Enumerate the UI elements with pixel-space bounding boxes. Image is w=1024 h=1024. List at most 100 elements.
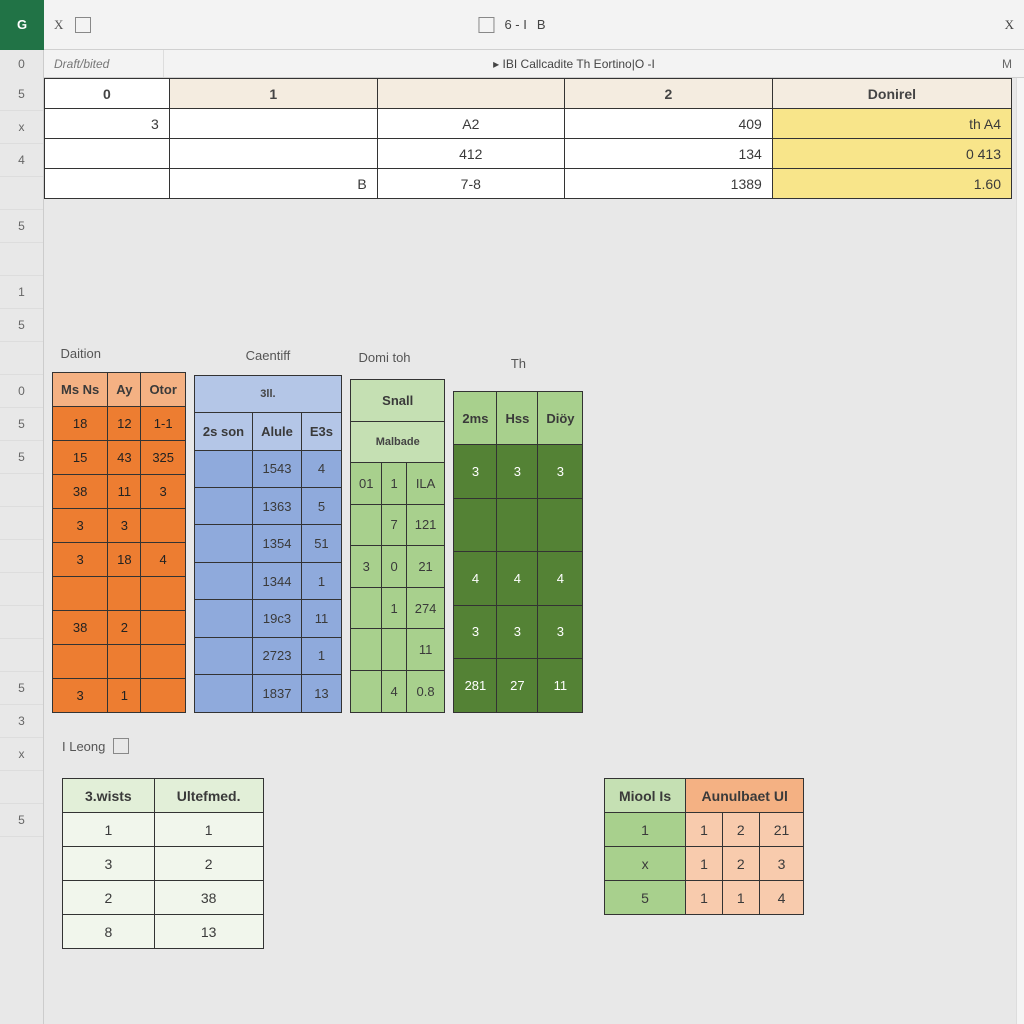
cell[interactable]: 3	[538, 445, 583, 498]
cell[interactable]: 4	[454, 552, 497, 605]
cell[interactable]: 38	[154, 881, 263, 915]
cell[interactable]: A2	[377, 109, 564, 139]
cell[interactable]	[108, 576, 141, 610]
cell[interactable]: 5	[605, 881, 686, 915]
cell[interactable]: 3	[538, 605, 583, 658]
cell[interactable]: 21	[759, 813, 804, 847]
cell[interactable]: 13	[154, 915, 263, 949]
cell[interactable]: 4	[301, 450, 341, 487]
cell[interactable]	[141, 576, 185, 610]
cell[interactable]	[194, 675, 252, 712]
cell[interactable]: 5	[301, 488, 341, 525]
cell[interactable]: 4	[141, 542, 185, 576]
cell[interactable]: 51	[301, 525, 341, 562]
cell[interactable]: 2723	[253, 637, 302, 674]
cell[interactable]: 21	[406, 546, 445, 588]
row-header[interactable]	[0, 771, 43, 804]
column-header[interactable]: 1	[169, 79, 377, 109]
vertical-scrollbar[interactable]	[1016, 78, 1024, 1024]
cell[interactable]	[53, 644, 108, 678]
cell[interactable]: 15	[53, 440, 108, 474]
col-header[interactable]: Miool Is	[605, 779, 686, 813]
cell[interactable]: 0	[382, 546, 406, 588]
cell[interactable]: 2	[63, 881, 155, 915]
cell[interactable]: 1543	[253, 450, 302, 487]
cell[interactable]	[45, 139, 170, 169]
cell[interactable]	[351, 504, 382, 546]
cell[interactable]: 1	[108, 678, 141, 712]
cell[interactable]: 43	[108, 440, 141, 474]
cell[interactable]: 13	[301, 675, 341, 712]
cell[interactable]: 2	[154, 847, 263, 881]
cell[interactable]: 1	[382, 587, 406, 629]
cell[interactable]: 2	[108, 610, 141, 644]
formula-right-icon[interactable]: M	[984, 57, 1024, 71]
cell[interactable]: B	[169, 169, 377, 199]
cell[interactable]	[45, 169, 170, 199]
cell[interactable]: x	[605, 847, 686, 881]
cell[interactable]: 3	[141, 474, 185, 508]
cell[interactable]	[169, 109, 377, 139]
cell[interactable]: 38	[53, 474, 108, 508]
cell[interactable]: 1354	[253, 525, 302, 562]
row-header[interactable]: 5	[0, 78, 43, 111]
col-header[interactable]: E3s	[301, 413, 341, 450]
cell[interactable]: 3	[108, 508, 141, 542]
row-header[interactable]	[0, 507, 43, 540]
cell[interactable]: 18	[53, 406, 108, 440]
app-menu-button[interactable]: G	[0, 0, 44, 50]
cell[interactable]: ILA	[406, 463, 445, 505]
row-header[interactable]	[0, 243, 43, 276]
col-header[interactable]: Alule	[253, 413, 302, 450]
cell[interactable]: 1	[382, 463, 406, 505]
row-header[interactable]: x	[0, 111, 43, 144]
checkbox-icon[interactable]	[113, 738, 129, 754]
cell[interactable]: 134	[564, 139, 772, 169]
toolbar-icon-center[interactable]	[478, 17, 494, 33]
cell[interactable]	[538, 498, 583, 551]
cell[interactable]: 4	[382, 670, 406, 712]
cell[interactable]: 1	[686, 881, 723, 915]
row-header[interactable]	[0, 474, 43, 507]
cell[interactable]: 7	[382, 504, 406, 546]
cell[interactable]	[382, 629, 406, 671]
cell[interactable]: 274	[406, 587, 445, 629]
select-all-corner[interactable]: 0	[0, 50, 44, 78]
cell[interactable]: 3	[497, 445, 538, 498]
cell[interactable]	[497, 498, 538, 551]
cell[interactable]	[141, 610, 185, 644]
row-header[interactable]: 5	[0, 441, 43, 474]
cell[interactable]: 1	[63, 813, 155, 847]
cell[interactable]: 01	[351, 463, 382, 505]
cell[interactable]: 1	[301, 562, 341, 599]
cell[interactable]	[169, 139, 377, 169]
row-header[interactable]: 5	[0, 210, 43, 243]
col-header[interactable]: Ultefmed.	[154, 779, 263, 813]
cell[interactable]: 325	[141, 440, 185, 474]
row-header[interactable]: 5	[0, 804, 43, 837]
cell[interactable]	[108, 644, 141, 678]
cell[interactable]	[351, 587, 382, 629]
cell[interactable]	[141, 644, 185, 678]
col-header[interactable]: 3.wists	[63, 779, 155, 813]
cell[interactable]	[351, 670, 382, 712]
cell[interactable]: 4	[497, 552, 538, 605]
column-header[interactable]	[377, 79, 564, 109]
cell[interactable]: 3	[454, 445, 497, 498]
row-header[interactable]: 5	[0, 408, 43, 441]
cell[interactable]: 18	[108, 542, 141, 576]
cell[interactable]: 1	[605, 813, 686, 847]
name-box[interactable]: Draft/bited	[44, 50, 164, 77]
col-header[interactable]: Aunulbaet Ul	[686, 779, 804, 813]
cell[interactable]: 19c3	[253, 600, 302, 637]
cell[interactable]	[194, 488, 252, 525]
cell[interactable]: 27	[497, 659, 538, 712]
row-header[interactable]	[0, 177, 43, 210]
cell[interactable]: 4	[538, 552, 583, 605]
cut-icon[interactable]: X	[54, 17, 63, 33]
cell[interactable]: 281	[454, 659, 497, 712]
cell[interactable]: 4	[759, 881, 804, 915]
cell[interactable]: 1.60	[772, 169, 1011, 199]
cell[interactable]: 2	[722, 847, 759, 881]
cell[interactable]	[194, 450, 252, 487]
